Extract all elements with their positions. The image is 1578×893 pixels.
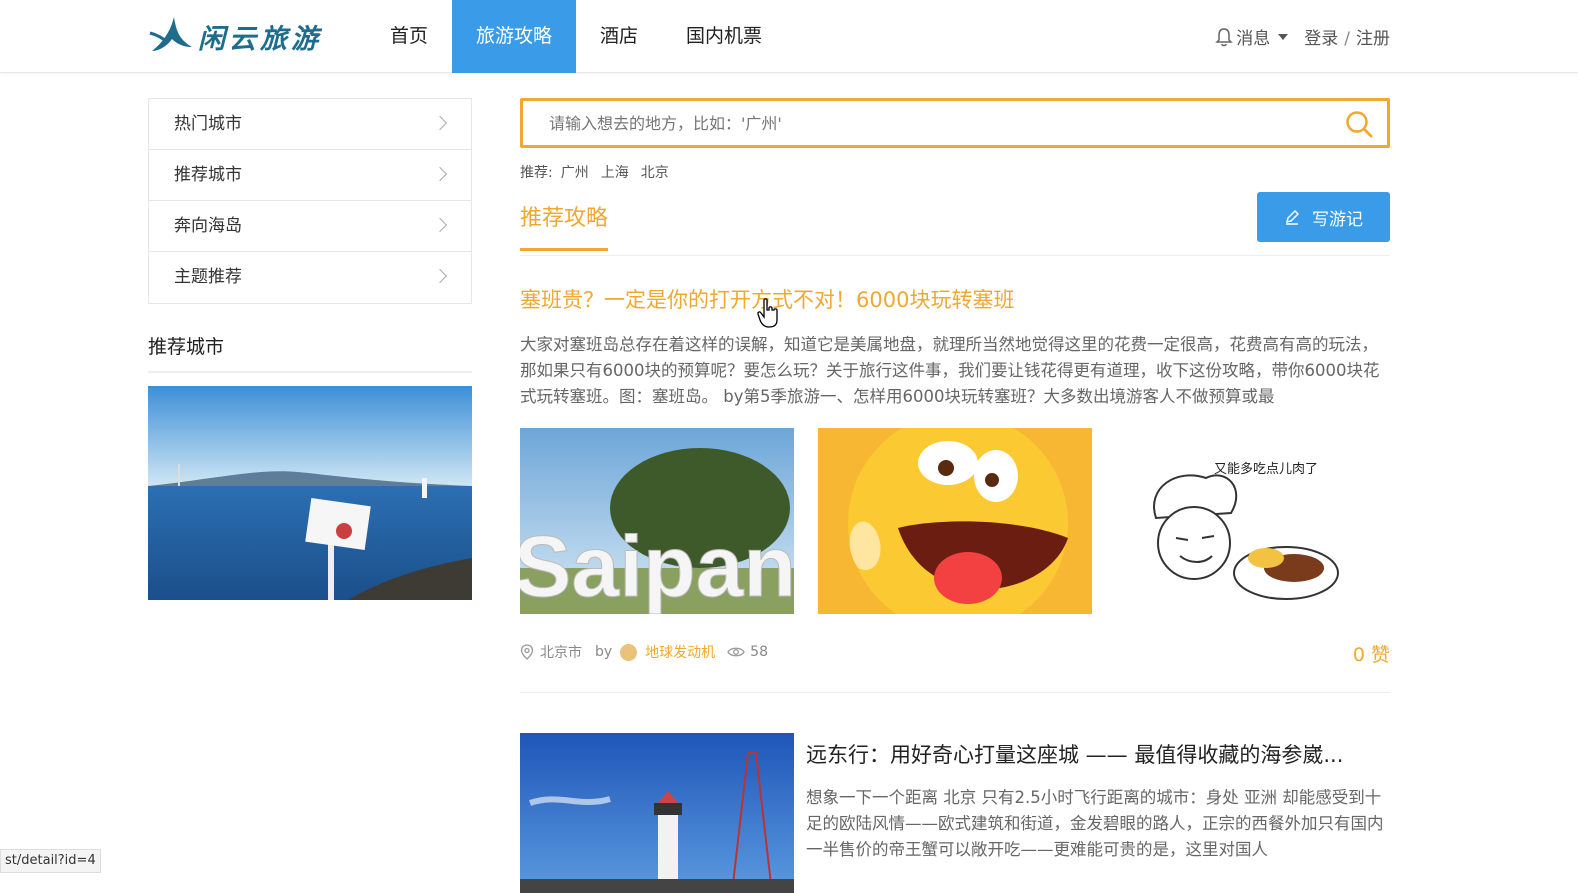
- chevron-right-icon: [433, 116, 447, 130]
- main-nav: 首页 旅游攻略 酒店 国内机票: [366, 0, 786, 73]
- main-content: 推荐: 广州 上海 北京 推荐攻略 写游记 塞班贵？一定是你的打开方式不对！60…: [520, 98, 1390, 893]
- section-header: 推荐攻略 写游记: [520, 192, 1390, 256]
- article-title[interactable]: 塞班贵？一定是你的打开方式不对！6000块玩转塞班: [520, 284, 1390, 314]
- write-button-label: 写游记: [1312, 205, 1363, 230]
- logo-text: 闲云旅游: [198, 17, 322, 56]
- chevron-right-icon: [433, 218, 447, 232]
- recommended-searches: 推荐: 广州 上海 北京: [520, 162, 1390, 182]
- bell-icon: [1215, 27, 1233, 47]
- article-image-saipan[interactable]: Saipan: [520, 428, 794, 614]
- status-bar-url: st/detail?id=4: [0, 849, 101, 873]
- nav-travel-guides[interactable]: 旅游攻略: [452, 0, 576, 73]
- author-avatar: [620, 644, 637, 661]
- write-travelogue-button[interactable]: 写游记: [1257, 192, 1390, 242]
- article-description: 大家对塞班岛总存在着这样的误解，知道它是美属地盘，就理所当然地觉得这里的花费一定…: [520, 332, 1390, 410]
- menu-item-recommended-cities[interactable]: 推荐城市: [149, 150, 471, 201]
- recommended-cities-title: 推荐城市: [148, 332, 472, 373]
- menu-item-label: 主题推荐: [174, 267, 242, 287]
- city-menu: 热门城市 推荐城市 奔向海岛 主题推荐: [148, 98, 472, 304]
- menu-item-themes[interactable]: 主题推荐: [149, 252, 471, 303]
- sidebar: 热门城市 推荐城市 奔向海岛 主题推荐 推荐城市: [148, 98, 472, 600]
- recommend-city-link[interactable]: 北京: [641, 162, 669, 182]
- hand-cursor-icon: [757, 298, 779, 328]
- pencil-icon: [1284, 209, 1300, 225]
- site-logo[interactable]: 闲云旅游: [148, 12, 340, 60]
- menu-item-hot-cities[interactable]: 热门城市: [149, 99, 471, 150]
- header-right: 消息 登录 / 注册: [1215, 24, 1390, 49]
- recommend-city-link[interactable]: 广州: [561, 162, 589, 182]
- article-title[interactable]: 远东行：用好奇心打量这座城 —— 最值得收藏的海参崴...: [806, 739, 1390, 769]
- like-count[interactable]: 0 赞: [1353, 640, 1390, 667]
- by-label: by: [595, 644, 612, 660]
- register-link[interactable]: 注册: [1356, 29, 1390, 49]
- article-image-emoji[interactable]: [818, 428, 1092, 614]
- location-label: 北京市: [540, 642, 582, 662]
- chevron-right-icon: [433, 269, 447, 283]
- caret-down-icon: [1278, 34, 1288, 40]
- recommended-city-image[interactable]: [148, 386, 472, 600]
- menu-item-label: 推荐城市: [174, 165, 242, 185]
- article-description: 想象一下一个距离 北京 只有2.5小时飞行距离的城市：身处 亚洲 却能感受到十足…: [806, 785, 1390, 863]
- recommend-label: 推荐:: [520, 162, 553, 182]
- messages-label: 消息: [1236, 24, 1270, 49]
- recommend-city-link[interactable]: 上海: [601, 162, 629, 182]
- view-count: 58: [750, 644, 768, 660]
- auth-separator: /: [1344, 29, 1350, 49]
- menu-item-islands[interactable]: 奔向海岛: [149, 201, 471, 252]
- article-card: 远东行：用好奇心打量这座城 —— 最值得收藏的海参崴... 想象一下一个距离 北…: [520, 733, 1390, 893]
- messages-dropdown[interactable]: 消息: [1215, 24, 1288, 49]
- article-divider: [520, 692, 1390, 693]
- search-box: [520, 98, 1390, 148]
- nav-home[interactable]: 首页: [366, 0, 452, 73]
- article-images: Saipan 又能多吃点儿肉了: [520, 428, 1390, 614]
- eye-icon: [727, 646, 745, 658]
- auth-links: 登录 / 注册: [1304, 24, 1390, 49]
- nav-hotels[interactable]: 酒店: [576, 0, 662, 73]
- menu-item-label: 奔向海岛: [174, 216, 242, 236]
- saipan-sign-text: Saipan: [520, 519, 794, 614]
- author-link[interactable]: 地球发动机: [645, 642, 715, 662]
- article-image-meme[interactable]: 又能多吃点儿肉了: [1116, 428, 1390, 614]
- search-input[interactable]: [523, 101, 1323, 145]
- section-title: 推荐攻略: [520, 200, 608, 251]
- article-meta: 北京市 by 地球发动机 58 0 赞: [520, 640, 1390, 664]
- menu-item-label: 热门城市: [174, 114, 242, 134]
- location-pin-icon: [520, 644, 534, 660]
- login-link[interactable]: 登录: [1304, 29, 1338, 49]
- top-header: 闲云旅游 首页 旅游攻略 酒店 国内机票 消息 登录 / 注册: [0, 0, 1578, 73]
- nav-flights[interactable]: 国内机票: [662, 0, 786, 73]
- meme-caption: 又能多吃点儿肉了: [1214, 461, 1318, 477]
- chevron-right-icon: [433, 167, 447, 181]
- article-body: 远东行：用好奇心打量这座城 —— 最值得收藏的海参崴... 想象一下一个距离 北…: [806, 733, 1390, 893]
- search-icon[interactable]: [1345, 110, 1373, 138]
- swallow-logo-icon: [148, 13, 196, 59]
- article-thumbnail-lighthouse[interactable]: [520, 733, 794, 893]
